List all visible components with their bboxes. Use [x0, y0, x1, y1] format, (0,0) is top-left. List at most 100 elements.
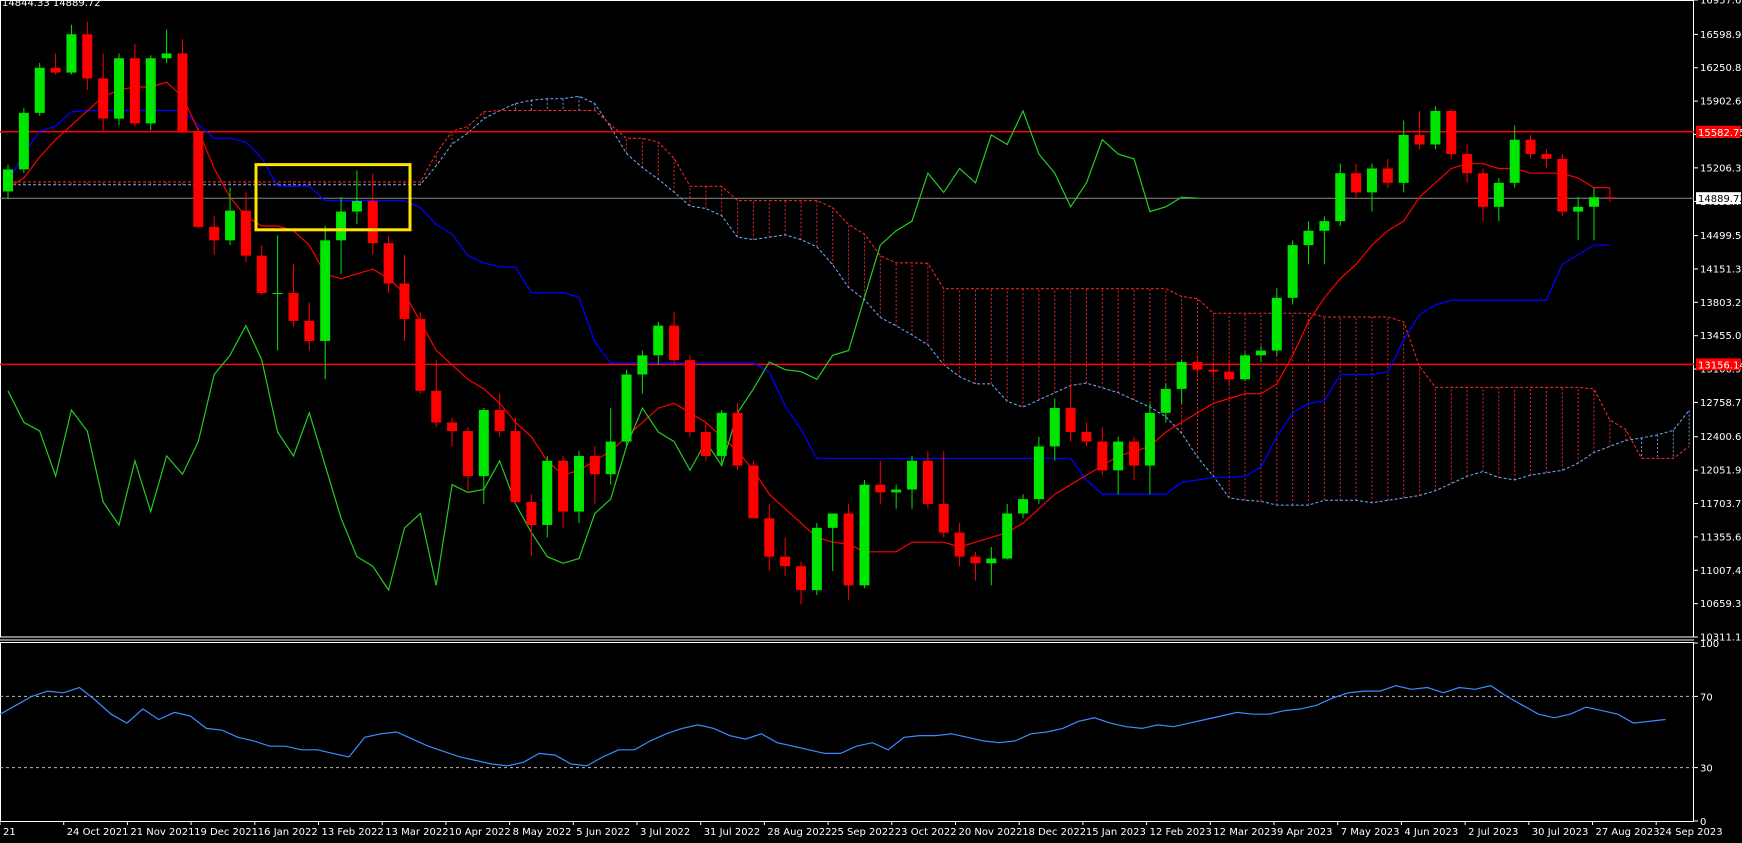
candle-body	[1129, 441, 1140, 466]
candle-body	[50, 67, 61, 73]
candle-body	[716, 412, 727, 456]
time-tick-label: 25 Sep 2022	[831, 827, 894, 838]
candle-body	[3, 169, 13, 192]
candle-body	[1144, 412, 1155, 466]
candle	[1335, 163, 1346, 226]
candle	[161, 29, 172, 64]
candle	[510, 417, 521, 505]
candle-body	[748, 465, 759, 519]
time-tick-label: 13 Mar 2022	[385, 827, 448, 838]
price-marker-label: 13156.14	[1698, 360, 1742, 371]
candle-body	[637, 355, 648, 375]
candle	[50, 53, 61, 75]
candles	[3, 21, 1615, 605]
candle-body	[891, 489, 902, 493]
candle-body	[1160, 388, 1171, 413]
candle	[1018, 494, 1029, 519]
candle	[907, 455, 918, 509]
candle-body	[18, 112, 29, 170]
candle-body	[589, 455, 600, 475]
candle	[780, 537, 791, 576]
candle	[637, 350, 648, 394]
candle	[1589, 187, 1599, 241]
candle	[415, 312, 426, 394]
candle	[1033, 436, 1044, 504]
candle	[304, 302, 315, 351]
candle-body	[82, 34, 93, 79]
candle-body	[970, 556, 981, 564]
time-tick-label: 3 Jul 2022	[640, 827, 690, 838]
time-tick-label: 21	[3, 827, 16, 838]
time-tick-label: 16 Jan 2022	[258, 827, 318, 838]
candle-body	[383, 243, 394, 284]
candle-body	[1351, 173, 1362, 193]
candle	[1129, 436, 1140, 480]
candle	[1446, 109, 1457, 159]
candle-body	[621, 374, 632, 442]
candle	[478, 408, 489, 504]
price-marker-label: 15582.75	[1698, 128, 1742, 139]
candle	[462, 427, 473, 490]
candle	[1541, 149, 1552, 169]
candle	[209, 216, 220, 255]
candle-body	[732, 412, 743, 466]
candle-body	[1303, 230, 1314, 246]
candle	[1573, 197, 1584, 241]
candle-body	[193, 132, 204, 227]
candle	[145, 55, 156, 131]
candle	[573, 451, 584, 524]
candle	[1240, 352, 1251, 382]
candle	[922, 451, 933, 509]
candle-body	[129, 58, 140, 124]
price-tick-label: 13803.20	[1700, 298, 1742, 309]
candle	[954, 523, 965, 567]
candle-body	[1065, 408, 1076, 433]
candle	[1176, 360, 1187, 404]
candle	[1271, 288, 1282, 356]
candle	[1049, 398, 1060, 461]
candle	[1414, 110, 1425, 150]
candle-body	[415, 318, 426, 391]
candle	[986, 547, 997, 586]
candle	[1382, 158, 1393, 188]
time-tick-label: 27 Aug 2023	[1596, 827, 1660, 838]
time-tick-label: 5 Jun 2022	[576, 827, 630, 838]
candle	[1113, 436, 1124, 495]
candle-body	[811, 527, 822, 591]
candle-body	[827, 513, 838, 528]
candle-body	[1208, 369, 1219, 372]
candle-body	[843, 513, 854, 586]
time-tick-label: 24 Sep 2023	[1659, 827, 1722, 838]
candle	[82, 21, 93, 90]
candle	[336, 197, 347, 274]
candle-body	[1557, 158, 1568, 212]
candle	[351, 170, 362, 225]
candle	[526, 494, 537, 556]
candle	[1065, 384, 1076, 442]
candle	[193, 128, 204, 228]
candle-body	[1525, 139, 1536, 155]
candle-body	[1430, 110, 1441, 145]
candle	[256, 245, 267, 295]
candle-body	[1033, 446, 1044, 500]
candle-body	[1081, 432, 1092, 442]
candle-body	[605, 441, 616, 475]
candle	[129, 43, 140, 127]
rsi-tick-label: 30	[1700, 764, 1713, 775]
candle-body	[669, 325, 680, 361]
candle	[225, 187, 236, 246]
candle-body	[177, 53, 188, 133]
candle	[1208, 364, 1219, 378]
candle	[1255, 345, 1266, 363]
time-tick-label: 24 Oct 2021	[67, 827, 129, 838]
price-tick-label: 16957.65	[1700, 0, 1742, 7]
time-tick-label: 19 Dec 2021	[194, 827, 258, 838]
candle	[621, 369, 632, 447]
candle-body	[986, 558, 997, 564]
price-tick-label: 13455.05	[1700, 331, 1742, 342]
candle-body	[1604, 197, 1615, 199]
candle-body	[1541, 154, 1552, 159]
candle-body	[66, 34, 77, 73]
candle-body	[447, 422, 458, 432]
candle	[1557, 154, 1568, 217]
